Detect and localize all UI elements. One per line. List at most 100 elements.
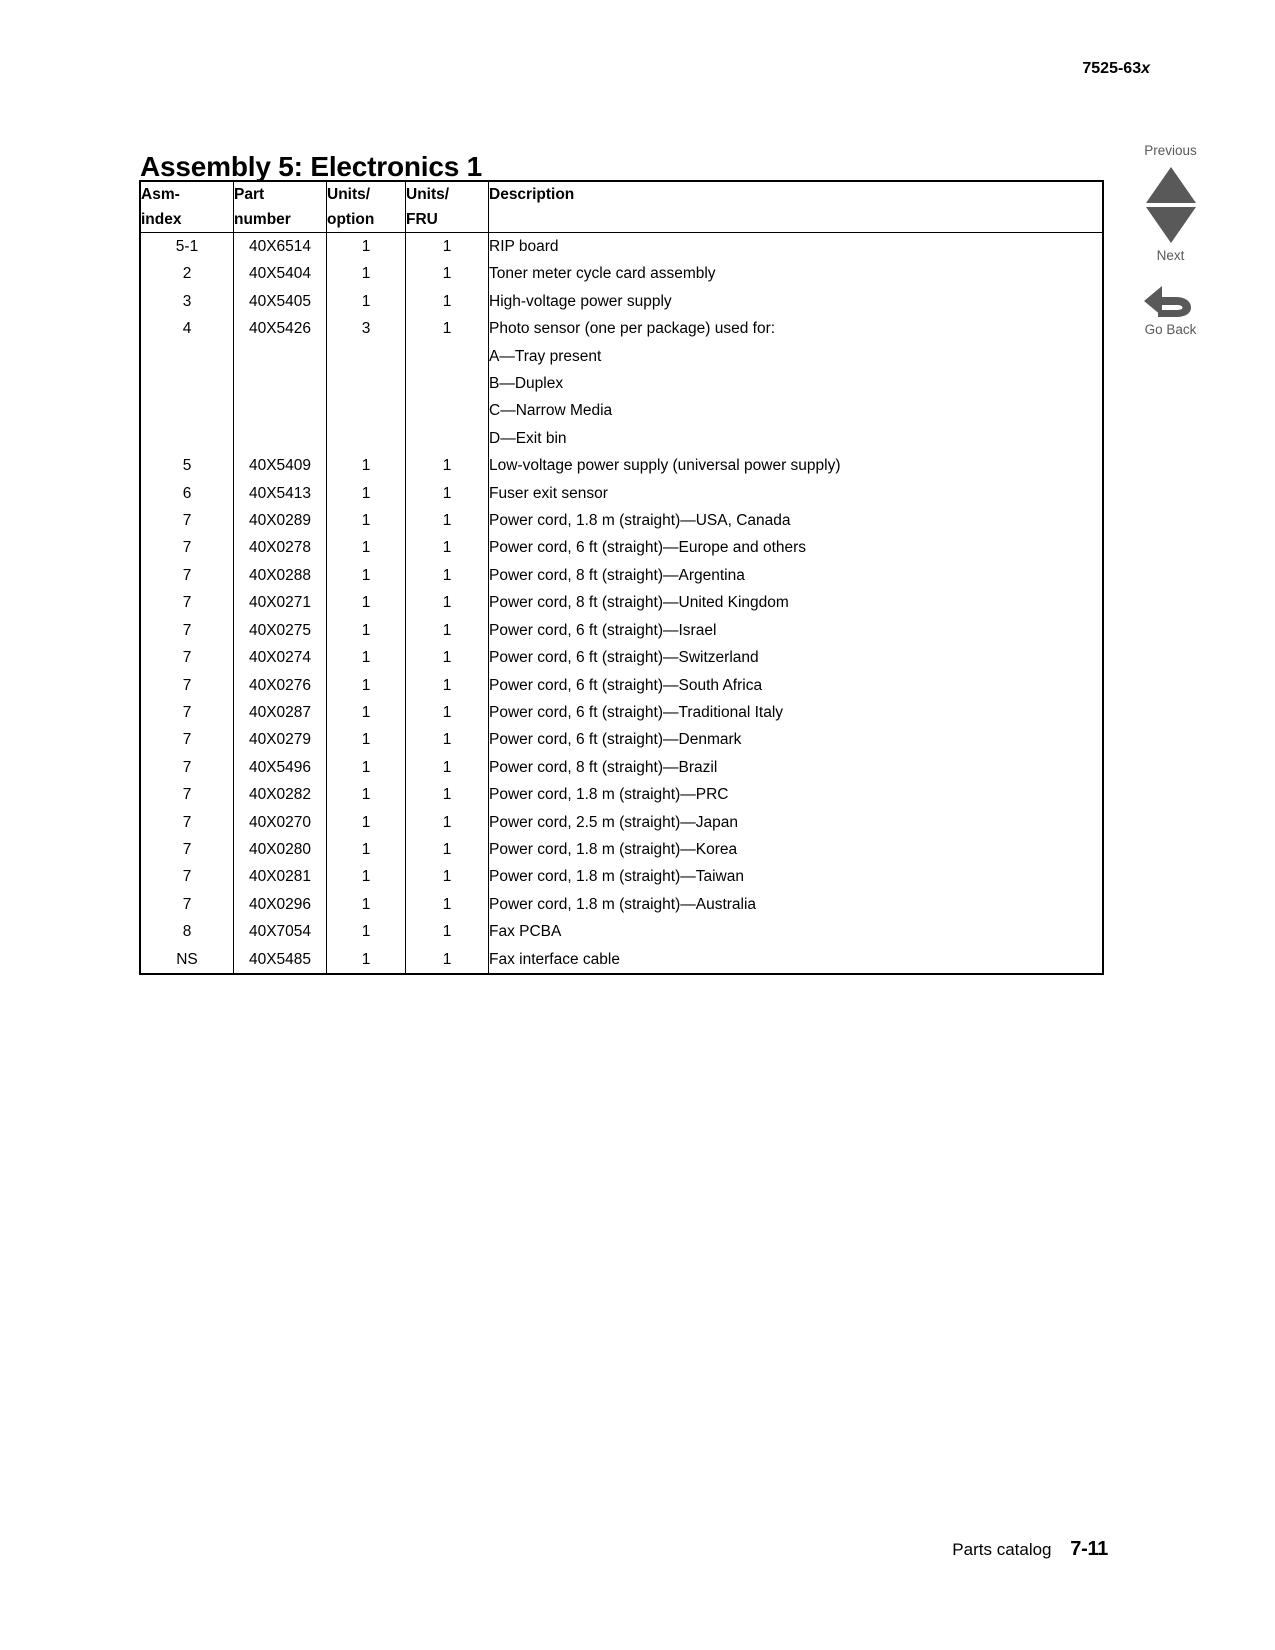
- cell-part-number: 40X0282: [233, 781, 327, 809]
- cell-description: B—Duplex: [489, 375, 564, 393]
- cell-asm-index: 7: [140, 726, 234, 754]
- cell-asm-index: 7: [140, 808, 234, 836]
- cell-units-option: 1: [326, 671, 406, 699]
- cell-asm-index: [140, 424, 234, 453]
- cell-units-option: 1: [326, 534, 406, 562]
- cell-units-option: [326, 342, 406, 371]
- parts-catalog-table: Asm- index Part number Units/ option Uni…: [139, 180, 1104, 975]
- cell-part-number: 40X5485: [233, 945, 327, 974]
- cell-part-number: 40X0288: [233, 561, 327, 590]
- column-header-part-number: Part number: [233, 181, 327, 233]
- column-header-units-fru: Units/ FRU: [405, 181, 489, 233]
- cell-units-option: 1: [326, 890, 406, 919]
- table-row: 7 40X0287 1 1 Power cord, 6 ft (straight)—Tr…: [140, 698, 1103, 727]
- cell-part-number: 40X5496: [233, 753, 327, 782]
- table-row: 7 40X0276 1 1 Power cord, 6 ft (straight)—So…: [140, 671, 1103, 699]
- cell-asm-index: 7: [140, 753, 234, 782]
- cell-description: Power cord, 8 ft (straight)—Brazil: [489, 758, 718, 776]
- cell-asm-index: 7: [140, 781, 234, 809]
- cell-description: Low-voltage power supply (universal powe…: [489, 457, 841, 475]
- cell-part-number: 40X5426: [233, 315, 327, 343]
- table-row: 7 40X0281 1 1 Power cord, 1.8 m (straight)—T…: [140, 863, 1103, 891]
- cell-units-option: 1: [326, 452, 406, 480]
- table-row: 7 40X0280 1 1 Power cord, 1.8 m (straight)—K…: [140, 835, 1103, 864]
- cell-description: Power cord, 1.8 m (straight)—USA, Canada: [489, 512, 791, 530]
- table-row: D—Exit bin: [140, 424, 1103, 453]
- column-header-units-option: Units/ option: [326, 181, 406, 233]
- table-row: 5-1 40X6514 1 1 RIP board: [140, 232, 1103, 261]
- cell-units-option: 1: [326, 781, 406, 809]
- cell-part-number: 40X0278: [233, 534, 327, 562]
- table-row: 2 40X5404 1 1 Toner meter cycle card assembl…: [140, 260, 1103, 288]
- cell-units-option: 1: [326, 589, 406, 617]
- cell-units-option: 1: [326, 260, 406, 288]
- cell-description: C—Narrow Media: [489, 402, 613, 420]
- go-back-arrow-icon[interactable]: [1142, 283, 1200, 319]
- cell-units-fru: 1: [405, 671, 489, 699]
- cell-description: Photo sensor (one per package) used for:: [489, 320, 776, 338]
- cell-part-number: 40X0274: [233, 644, 327, 672]
- cell-description: High-voltage power supply: [489, 292, 672, 310]
- cell-asm-index: 7: [140, 671, 234, 699]
- cell-description: Power cord, 8 ft (straight)—United Kingd…: [489, 594, 789, 612]
- cell-units-fru: 1: [405, 781, 489, 809]
- column-header-asm-index: Asm- index: [140, 181, 234, 233]
- cell-description: Toner meter cycle card assembly: [489, 265, 716, 283]
- cell-asm-index: 7: [140, 534, 234, 562]
- cell-part-number: 40X0281: [233, 863, 327, 891]
- cell-part-number: 40X7054: [233, 918, 327, 946]
- table-row: 4 40X5426 3 1 Photo sensor (one per package)…: [140, 315, 1103, 343]
- cell-units-fru: 1: [405, 589, 489, 617]
- cell-description: Power cord, 6 ft (straight)—Traditional …: [489, 703, 784, 721]
- cell-units-fru: 1: [405, 835, 489, 864]
- column-header-description: Description: [488, 181, 1103, 233]
- cell-part-number: 40X0275: [233, 616, 327, 645]
- cell-units-option: 1: [326, 561, 406, 590]
- cell-description: Power cord, 6 ft (straight)—Denmark: [489, 731, 742, 749]
- table-row: C—Narrow Media: [140, 397, 1103, 425]
- cell-units-fru: 1: [405, 753, 489, 782]
- footer-page-number: 7-11: [1070, 1538, 1108, 1560]
- cell-part-number: 40X0271: [233, 589, 327, 617]
- cell-part-number: [233, 397, 327, 425]
- cell-units-fru: 1: [405, 945, 489, 974]
- cell-asm-index: NS: [140, 945, 234, 974]
- cell-part-number: [233, 370, 327, 398]
- table-row: 5 40X5409 1 1 Low-voltage power supply (univ…: [140, 452, 1103, 480]
- cell-units-option: 1: [326, 945, 406, 974]
- cell-asm-index: 7: [140, 561, 234, 590]
- cell-units-fru: 1: [405, 863, 489, 891]
- cell-description: Power cord, 6 ft (straight)—Israel: [489, 621, 717, 639]
- table-row: 7 40X0282 1 1 Power cord, 1.8 m (straight)—P…: [140, 781, 1103, 809]
- cell-part-number: 40X5409: [233, 452, 327, 480]
- cell-units-fru: 1: [405, 534, 489, 562]
- cell-units-option: 1: [326, 616, 406, 645]
- table-row: 7 40X5496 1 1 Power cord, 8 ft (straight)—Br…: [140, 753, 1103, 782]
- cell-asm-index: 5-1: [140, 232, 234, 261]
- next-arrow-down-icon[interactable]: [1145, 207, 1196, 243]
- model-number-suffix: x: [1141, 60, 1150, 77]
- cell-part-number: 40X6514: [233, 232, 327, 261]
- cell-units-fru: 1: [405, 644, 489, 672]
- cell-units-fru: 1: [405, 698, 489, 727]
- cell-units-fru: [405, 370, 489, 398]
- table-header: Asm- index Part number Units/ option Uni…: [140, 181, 1103, 233]
- go-back-label: Go Back: [1144, 322, 1197, 337]
- table-row: 7 40X0289 1 1 Power cord, 1.8 m (straight)—U…: [140, 507, 1103, 535]
- cell-units-fru: 1: [405, 452, 489, 480]
- cell-asm-index: 5: [140, 452, 234, 480]
- cell-description: Power cord, 1.8 m (straight)—PRC: [489, 786, 729, 804]
- previous-arrow-up-icon[interactable]: [1145, 167, 1196, 203]
- cell-description: Fax interface cable: [489, 950, 620, 968]
- cell-asm-index: 7: [140, 890, 234, 919]
- cell-units-option: 1: [326, 918, 406, 946]
- next-label: Next: [1156, 248, 1185, 263]
- cell-description: Power cord, 1.8 m (straight)—Korea: [489, 840, 738, 858]
- cell-description: Fax PCBA: [489, 923, 562, 941]
- cell-part-number: 40X0270: [233, 808, 327, 836]
- table-row: NS 40X5485 1 1 Fax interface cable: [140, 945, 1103, 974]
- cell-units-fru: 1: [405, 315, 489, 343]
- cell-description: A—Tray present: [489, 347, 602, 365]
- cell-part-number: 40X5413: [233, 479, 327, 508]
- table-header-row: Asm- index Part number Units/ option Uni…: [140, 181, 1103, 233]
